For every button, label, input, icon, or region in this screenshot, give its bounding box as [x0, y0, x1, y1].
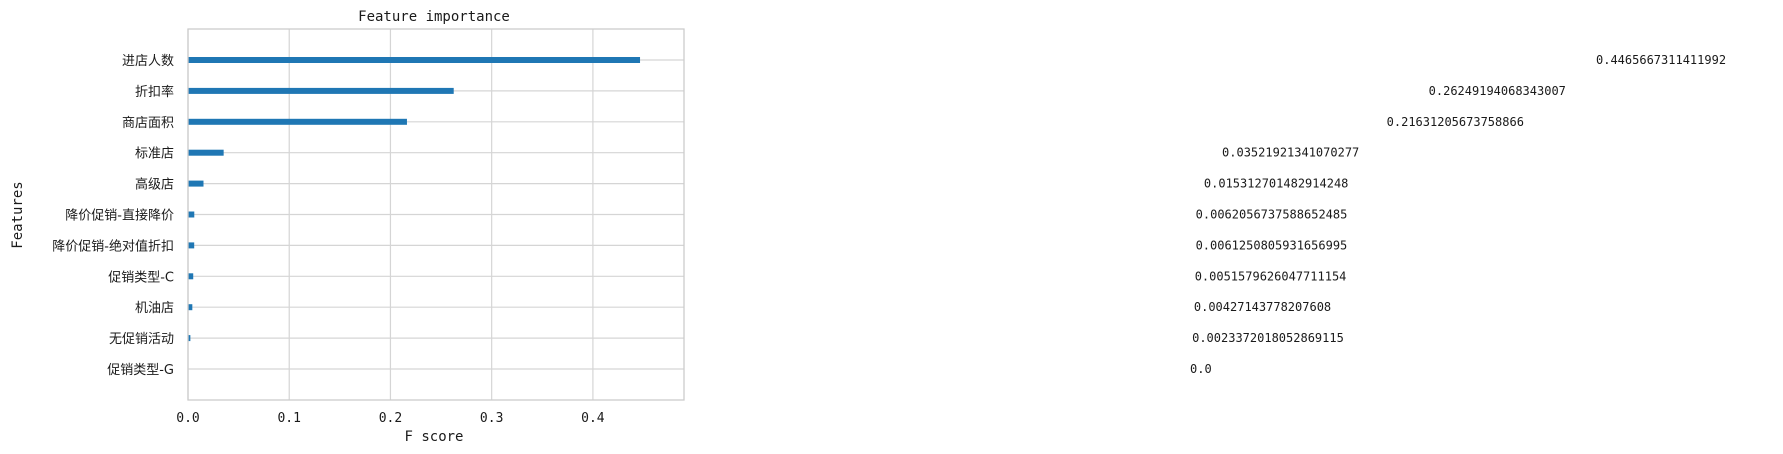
y-tick-label: 无促销活动 [109, 332, 174, 347]
x-tick-labels: 0.0 0.1 0.2 0.3 0.4 [176, 411, 605, 426]
bar [188, 180, 204, 187]
y-tick-label: 机油店 [135, 301, 174, 316]
value-label: 0.0061250805931656995 [1196, 238, 1348, 252]
y-axis-label: Features [10, 181, 26, 248]
bar [188, 118, 407, 125]
bar [188, 211, 195, 218]
value-label: 0.21631205673758866 [1387, 115, 1524, 129]
feature-importance-chart: Feature importance 进店人数折扣率商店面积标准店高级店降价促销… [10, 9, 1726, 445]
x-axis-label: F score [404, 429, 463, 445]
y-tick-label: 折扣率 [135, 84, 174, 100]
x-tick-label: 0.4 [581, 411, 605, 426]
bar [188, 273, 194, 280]
grid-lines [187, 29, 684, 400]
x-tick-label: 0.3 [480, 411, 503, 426]
value-label: 0.015312701482914248 [1204, 177, 1349, 191]
bar [188, 57, 641, 63]
y-tick-label: 降价促销-绝对值折扣 [52, 238, 174, 254]
y-tick-label: 进店人数 [122, 54, 174, 69]
bar [188, 87, 454, 94]
y-tick-label: 促销类型-C [108, 270, 174, 285]
value-label: 0.0023372018052869115 [1192, 331, 1344, 345]
bar [188, 242, 195, 249]
value-label: 0.0 [1190, 362, 1212, 376]
y-tick-label: 促销类型-G [107, 363, 174, 378]
x-tick-label: 0.1 [277, 411, 300, 426]
y-tick-label: 高级店 [135, 177, 174, 193]
chart-title: Feature importance [358, 9, 510, 25]
y-tick-labels: 进店人数折扣率商店面积标准店高级店降价促销-直接降价降价促销-绝对值折扣促销类型… [52, 54, 174, 378]
bars [188, 57, 641, 342]
y-tick-label: 商店面积 [122, 116, 174, 131]
value-label: 0.4465667311411992 [1596, 53, 1726, 67]
value-label: 0.03521921341070277 [1222, 146, 1359, 160]
y-tick-label: 标准店 [135, 147, 174, 162]
value-label: 0.0062056737588652485 [1196, 208, 1348, 222]
y-tick-label: 降价促销-直接降价 [65, 208, 174, 224]
bar [188, 149, 224, 156]
value-labels: 0.4465667311411992 0.26249194068343007 0.2… [1190, 53, 1726, 376]
value-label: 0.0051579626047711154 [1195, 269, 1347, 283]
value-label: 0.26249194068343007 [1429, 84, 1566, 98]
x-tick-label: 0.2 [379, 411, 402, 426]
value-label: 0.00427143778207608 [1194, 300, 1331, 314]
x-tick-label: 0.0 [176, 411, 199, 426]
